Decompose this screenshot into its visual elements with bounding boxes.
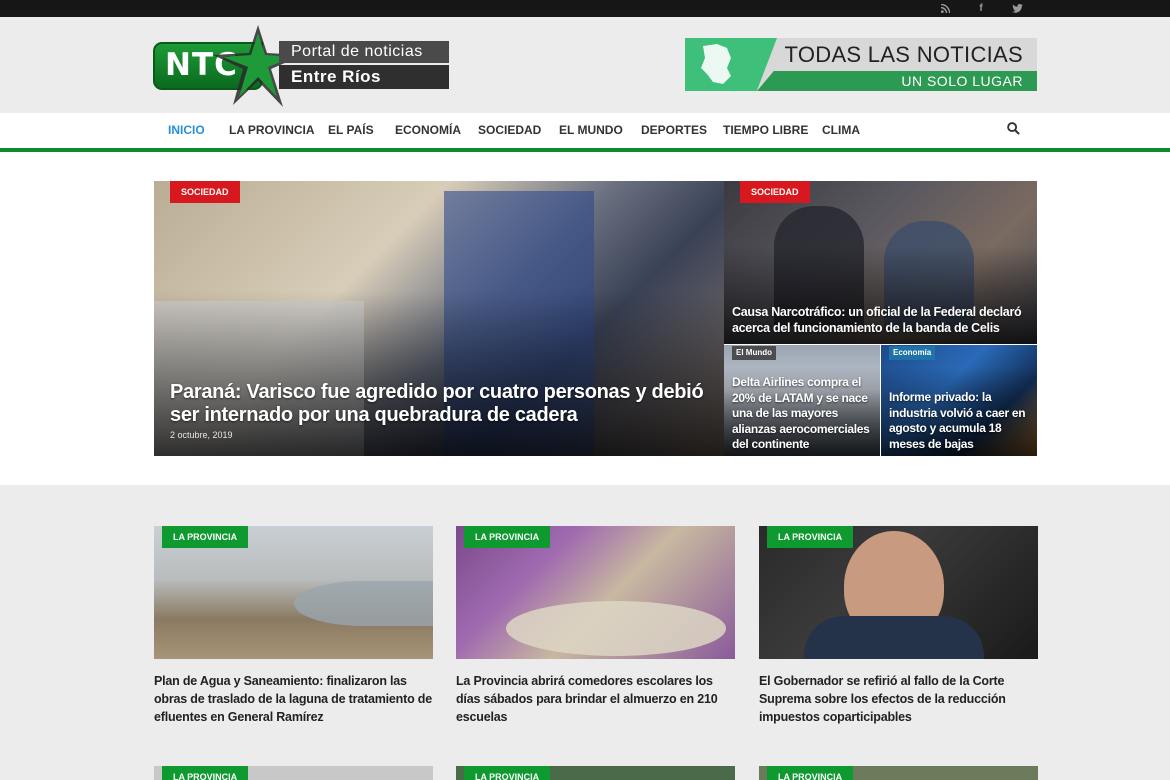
hero-main-tag[interactable]: SOCIEDAD [170, 181, 240, 203]
news-card[interactable]: LA PROVINCIA [154, 766, 433, 780]
news-card-image[interactable]: LA PROVINCIA [154, 526, 433, 659]
main-nav: INICIO LA PROVINCIA EL PAÍS ECONOMÍA SOC… [0, 113, 1170, 148]
news-card[interactable]: LA PROVINCIA La Provincia abrirá comedor… [456, 526, 735, 724]
nav-item-tiempo-libre[interactable]: TIEMPO LIBRE [723, 113, 808, 148]
twitter-icon[interactable] [1009, 0, 1025, 17]
hero-main-date: 2 octubre, 2019 [170, 430, 233, 440]
news-card-image[interactable]: LA PROVINCIA [456, 526, 735, 659]
hero-main-shade [154, 291, 724, 456]
logo-line2: Entre Ríos [291, 67, 382, 86]
hero-bottom-right-title[interactable]: Informe privado: la industria volvió a c… [889, 390, 1035, 452]
news-card-tag[interactable]: LA PROVINCIA [767, 526, 854, 548]
news-card-image-water [294, 581, 433, 626]
hero-bottom-left-story[interactable]: El Mundo Delta Airlines compra el 20% de… [724, 345, 880, 456]
nav-item-sociedad[interactable]: SOCIEDAD [478, 113, 541, 148]
rss-icon[interactable] [937, 0, 953, 17]
banner-subtitle: UN SOLO LUGAR [901, 73, 1023, 89]
hero-bottom-left-tag[interactable]: El Mundo [732, 346, 776, 360]
news-card-tag[interactable]: LA PROVINCIA [162, 526, 249, 548]
news-card-image-plate [506, 601, 726, 656]
news-card[interactable]: LA PROVINCIA [456, 766, 735, 780]
nav-item-el-mundo[interactable]: EL MUNDO [559, 113, 623, 148]
site-logo[interactable]: NTC Portal de noticias Entre Ríos [153, 25, 449, 107]
nav-item-la-provincia[interactable]: LA PROVINCIA [229, 113, 315, 148]
hero-main-story[interactable]: SOCIEDAD Paraná: Varisco fue agredido po… [154, 181, 724, 456]
site-header: NTC Portal de noticias Entre Ríos TODAS … [0, 17, 1170, 113]
news-card-headline[interactable]: Plan de Agua y Saneamiento: finalizaron … [154, 672, 433, 726]
top-bar: f [0, 0, 1170, 17]
search-icon[interactable] [1007, 122, 1023, 138]
province-map-icon [701, 44, 731, 84]
news-card[interactable]: LA PROVINCIA Plan de Agua y Saneamiento:… [154, 526, 433, 724]
hero-main-title[interactable]: Paraná: Varisco fue agredido por cuatro … [170, 381, 710, 427]
news-card[interactable]: LA PROVINCIA El Gobernador se refirió al… [759, 526, 1038, 724]
hero-top-right-tag[interactable]: SOCIEDAD [740, 181, 810, 203]
hero-top-right-title[interactable]: Causa Narcotráfico: un oficial de la Fed… [732, 304, 1032, 336]
news-card-tag[interactable]: LA PROVINCIA [464, 526, 551, 548]
logo-line1: Portal de noticias [291, 43, 423, 60]
banner-title: TODAS LAS NOTICIAS [784, 42, 1023, 67]
nav-item-economia[interactable]: ECONOMÍA [395, 113, 461, 148]
hero-top-right-story[interactable]: SOCIEDAD Causa Narcotráfico: un oficial … [724, 181, 1037, 344]
hero-bottom-right-story[interactable]: Economía Informe privado: la industria v… [881, 345, 1037, 456]
news-card-tag[interactable]: LA PROVINCIA [464, 766, 551, 780]
nav-item-inicio[interactable]: INICIO [168, 113, 205, 148]
news-card-headline[interactable]: La Provincia abrirá comedores escolares … [456, 672, 735, 726]
nav-item-deportes[interactable]: DEPORTES [641, 113, 707, 148]
header-banner[interactable]: TODAS LAS NOTICIAS UN SOLO LUGAR [685, 38, 1037, 91]
facebook-icon[interactable]: f [973, 0, 989, 17]
hero-bottom-right-tag[interactable]: Economía [889, 346, 936, 360]
news-card[interactable]: LA PROVINCIA [759, 766, 1038, 780]
news-card-headline[interactable]: El Gobernador se refirió al fallo de la … [759, 672, 1038, 726]
news-card-image-suit [804, 616, 984, 659]
nav-item-clima[interactable]: CLIMA [822, 113, 860, 148]
news-card-tag[interactable]: LA PROVINCIA [767, 766, 854, 780]
hero-bottom-left-title[interactable]: Delta Airlines compra el 20% de LATAM y … [732, 375, 878, 453]
nav-item-el-pais[interactable]: EL PAÍS [328, 113, 374, 148]
news-card-image[interactable]: LA PROVINCIA [759, 526, 1038, 659]
news-card-tag[interactable]: LA PROVINCIA [162, 766, 249, 780]
